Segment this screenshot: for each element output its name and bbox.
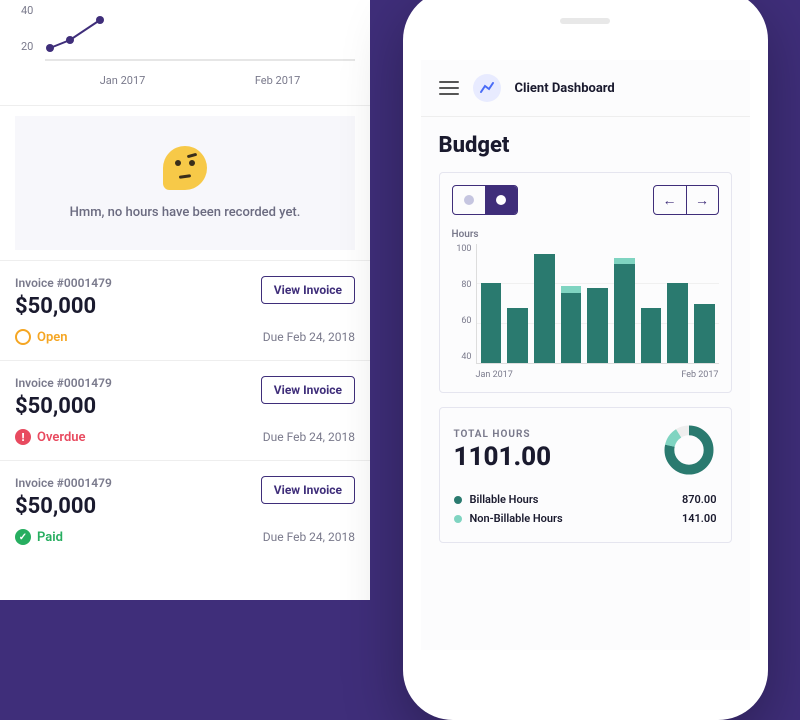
bar <box>694 304 715 364</box>
brand-icon <box>473 74 501 102</box>
bar <box>587 288 608 363</box>
bar-x-labels: Jan 2017 Feb 2017 <box>452 364 719 380</box>
budget-title: Budget <box>439 133 732 158</box>
bar <box>534 254 555 363</box>
status-label: Overdue <box>37 430 86 445</box>
status-badge: ! Overdue <box>15 429 86 445</box>
legend: Billable Hours 870.00 Non-Billable Hours… <box>454 490 717 528</box>
app-header: Client Dashboard <box>421 60 750 117</box>
thinking-emoji-icon <box>163 146 207 190</box>
invoice-amount: $50,000 <box>15 294 112 319</box>
legend-label: Billable Hours <box>470 493 539 506</box>
legend-value: 870.00 <box>682 493 717 506</box>
totals-card: TOTAL HOURS 1101.00 <box>439 407 732 543</box>
bar-chart: 100 80 60 40 <box>452 244 719 364</box>
legend-dot-icon <box>454 515 462 523</box>
y-tick: 80 <box>452 280 472 290</box>
toggle-option-1[interactable] <box>453 186 485 214</box>
paid-status-icon: ✓ <box>15 529 31 545</box>
status-label: Open <box>37 330 68 345</box>
bar-chart-title: Hours <box>452 229 719 240</box>
x-label: Jan 2017 <box>100 74 146 87</box>
bar <box>507 308 528 363</box>
toggle-option-2[interactable] <box>485 186 517 214</box>
status-label: Paid <box>37 530 63 545</box>
legend-label: Non-Billable Hours <box>470 512 563 525</box>
bar <box>614 258 635 363</box>
hamburger-menu-icon[interactable] <box>439 81 459 95</box>
status-badge: ✓ Paid <box>15 529 63 545</box>
invoice-id: Invoice #0001479 <box>15 476 112 490</box>
bar <box>561 286 582 363</box>
y-tick: 100 <box>452 244 472 254</box>
empty-state-card: Hmm, no hours have been recorded yet. <box>15 116 355 250</box>
right-panel: Client Dashboard Budget ← → <box>370 0 800 600</box>
status-badge: Open <box>15 329 68 345</box>
budget-controls: ← → <box>452 185 719 215</box>
line-chart-card: 40 20 Jan 2017 Feb 2017 <box>0 0 370 106</box>
invoice-id: Invoice #0001479 <box>15 276 112 290</box>
overdue-status-icon: ! <box>15 429 31 445</box>
invoice-item: Invoice #0001479 $50,000 View Invoice ✓ … <box>0 460 370 560</box>
invoice-item: Invoice #0001479 $50,000 View Invoice Op… <box>0 260 370 360</box>
y-tick: 20 <box>21 40 33 53</box>
totals-value: 1101.00 <box>454 442 552 472</box>
due-date: Due Feb 24, 2018 <box>263 330 355 344</box>
legend-dot-icon <box>454 496 462 504</box>
bar <box>481 283 502 363</box>
x-label: Feb 2017 <box>255 74 300 87</box>
bar <box>641 308 662 363</box>
left-panel: 40 20 Jan 2017 Feb 2017 Hmm, no hours ha… <box>0 0 370 600</box>
phone-screen: Client Dashboard Budget ← → <box>421 60 750 650</box>
phone-mockup: Client Dashboard Budget ← → <box>403 0 768 720</box>
bar-y-axis: 100 80 60 40 <box>452 244 476 364</box>
budget-chart-card: ← → Hours 100 80 60 40 <box>439 172 732 393</box>
due-date: Due Feb 24, 2018 <box>263 530 355 544</box>
y-tick: 60 <box>452 316 472 326</box>
line-chart: 40 20 <box>15 0 355 70</box>
totals-label: TOTAL HOURS <box>454 429 552 440</box>
budget-section: Budget ← → Hours <box>421 117 750 559</box>
period-nav: ← → <box>653 185 719 215</box>
bar-plot <box>476 244 719 364</box>
invoice-id: Invoice #0001479 <box>15 376 112 390</box>
view-toggle <box>452 185 518 215</box>
view-invoice-button[interactable]: View Invoice <box>261 476 355 504</box>
invoice-amount: $50,000 <box>15 394 112 419</box>
due-date: Due Feb 24, 2018 <box>263 430 355 444</box>
invoice-item: Invoice #0001479 $50,000 View Invoice ! … <box>0 360 370 460</box>
bar <box>667 283 688 363</box>
line-chart-x-labels: Jan 2017 Feb 2017 <box>15 70 355 95</box>
legend-value: 141.00 <box>682 512 717 525</box>
prev-button[interactable]: ← <box>654 186 686 214</box>
view-invoice-button[interactable]: View Invoice <box>261 376 355 404</box>
view-invoice-button[interactable]: View Invoice <box>261 276 355 304</box>
y-tick: 40 <box>21 4 33 17</box>
legend-row: Non-Billable Hours 141.00 <box>454 509 717 528</box>
empty-state-message: Hmm, no hours have been recorded yet. <box>35 205 335 220</box>
invoice-amount: $50,000 <box>15 494 112 519</box>
legend-row: Billable Hours 870.00 <box>454 490 717 509</box>
header-title: Client Dashboard <box>515 81 615 96</box>
x-label: Jan 2017 <box>476 370 513 380</box>
invoice-list: Invoice #0001479 $50,000 View Invoice Op… <box>0 260 370 600</box>
x-label: Feb 2017 <box>681 370 718 380</box>
next-button[interactable]: → <box>686 186 718 214</box>
open-status-icon <box>15 329 31 345</box>
donut-chart <box>661 422 717 478</box>
y-tick: 40 <box>452 352 472 362</box>
